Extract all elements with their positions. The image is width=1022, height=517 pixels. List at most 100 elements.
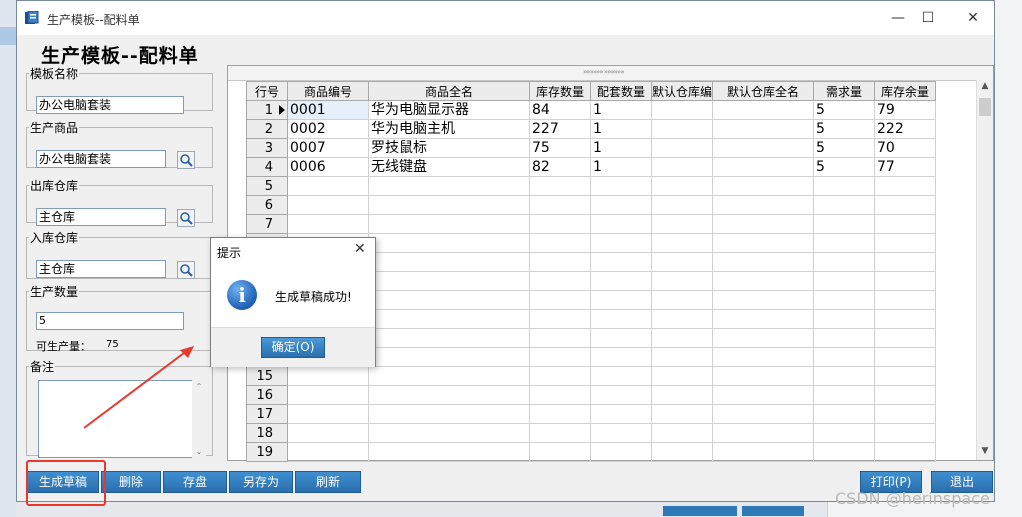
table-cell[interactable] (590, 385, 652, 405)
table-cell[interactable] (287, 442, 369, 462)
table-cell[interactable] (590, 214, 652, 234)
table-cell[interactable] (650, 290, 714, 310)
table-cell[interactable] (874, 195, 937, 215)
table-cell[interactable] (368, 328, 530, 348)
table-cell[interactable] (813, 347, 876, 367)
table-cell[interactable] (287, 195, 369, 215)
table-cell[interactable] (650, 100, 714, 120)
table-cell[interactable] (813, 442, 876, 462)
table-cell[interactable] (650, 252, 714, 272)
table-cell[interactable] (650, 366, 714, 386)
table-cell[interactable] (874, 214, 937, 234)
column-header[interactable]: 行号 (246, 81, 288, 101)
column-header[interactable]: 商品全名 (368, 81, 530, 101)
table-cell[interactable] (712, 157, 815, 177)
table-cell[interactable] (368, 366, 530, 386)
maximize-button[interactable]: ☐ (913, 7, 943, 29)
table-cell[interactable] (287, 385, 369, 405)
table-cell[interactable] (368, 176, 530, 196)
table-cell[interactable]: 1 (590, 100, 652, 120)
table-cell[interactable] (590, 233, 652, 253)
table-cell[interactable] (368, 309, 530, 329)
table-cell[interactable] (650, 309, 714, 329)
table-cell[interactable] (287, 423, 369, 443)
table-cell[interactable] (712, 328, 815, 348)
table-cell[interactable] (874, 309, 937, 329)
table-cell[interactable] (590, 423, 652, 443)
column-header[interactable]: 需求量 (813, 81, 876, 101)
table-cell[interactable] (813, 366, 876, 386)
table-cell[interactable] (590, 290, 652, 310)
table-cell[interactable] (287, 214, 369, 234)
table-cell[interactable] (874, 252, 937, 272)
table-row[interactable]: 5 (246, 176, 937, 196)
splitter-grip-icon[interactable]: »»»»»» »»»»»» (583, 68, 625, 76)
table-row[interactable]: 6 (246, 195, 937, 215)
table-cell[interactable] (874, 404, 937, 424)
table-row[interactable]: 1 0001 华为电脑显示器 84 1 5 79 (246, 100, 937, 120)
table-cell[interactable]: 75 (529, 138, 591, 158)
table-cell[interactable] (529, 309, 591, 329)
table-cell[interactable] (590, 328, 652, 348)
table-cell[interactable] (712, 214, 815, 234)
table-cell[interactable]: 1 (590, 119, 652, 139)
table-cell[interactable] (368, 233, 530, 253)
table-cell[interactable] (590, 195, 652, 215)
table-cell[interactable] (650, 176, 714, 196)
table-cell[interactable]: 5 (813, 138, 876, 158)
table-cell[interactable] (874, 176, 937, 196)
table-cell[interactable] (813, 328, 876, 348)
table-cell[interactable] (368, 423, 530, 443)
table-cell[interactable] (712, 423, 815, 443)
table-cell[interactable] (712, 366, 815, 386)
table-cell[interactable] (529, 233, 591, 253)
scroll-down-icon[interactable]: ▼ (977, 446, 993, 456)
scroll-down-icon[interactable]: ⌄ (192, 447, 206, 456)
table-cell[interactable]: 华为电脑主机 (368, 119, 530, 139)
table-cell[interactable] (712, 119, 815, 139)
table-row[interactable]: 3 0007 罗技鼠标 75 1 5 70 (246, 138, 937, 158)
table-cell[interactable] (368, 214, 530, 234)
table-cell[interactable] (874, 290, 937, 310)
table-cell[interactable] (590, 271, 652, 291)
table-cell[interactable]: 77 (874, 157, 937, 177)
table-cell[interactable] (712, 404, 815, 424)
table-cell[interactable] (813, 309, 876, 329)
table-cell[interactable] (712, 176, 815, 196)
grid-vertical-scrollbar[interactable]: ▲ ▼ (976, 80, 993, 460)
table-cell[interactable] (368, 252, 530, 272)
table-cell[interactable] (529, 328, 591, 348)
table-cell[interactable] (529, 404, 591, 424)
table-cell[interactable] (874, 423, 937, 443)
table-cell[interactable] (712, 347, 815, 367)
table-cell[interactable] (650, 233, 714, 253)
table-cell[interactable] (650, 214, 714, 234)
table-cell[interactable] (650, 442, 714, 462)
table-row[interactable]: 2 0002 华为电脑主机 227 1 5 222 (246, 119, 937, 139)
table-cell[interactable] (874, 442, 937, 462)
scroll-up-icon[interactable]: ▲ (977, 81, 993, 91)
table-cell[interactable] (590, 309, 652, 329)
table-cell[interactable] (650, 328, 714, 348)
dialog-ok-button[interactable]: 确定(O) (261, 337, 325, 358)
table-cell[interactable] (813, 404, 876, 424)
table-cell[interactable]: 70 (874, 138, 937, 158)
table-cell[interactable]: 1 (590, 138, 652, 158)
table-cell[interactable] (650, 404, 714, 424)
table-cell[interactable] (650, 195, 714, 215)
table-cell[interactable] (712, 252, 815, 272)
table-cell[interactable]: 222 (874, 119, 937, 139)
table-cell[interactable] (813, 290, 876, 310)
column-header[interactable]: 商品编号 (287, 81, 369, 101)
table-cell[interactable] (590, 347, 652, 367)
scroll-thumb[interactable] (979, 98, 991, 116)
table-cell[interactable] (650, 271, 714, 291)
table-cell[interactable] (529, 176, 591, 196)
table-cell[interactable]: 华为电脑显示器 (368, 100, 530, 120)
save-as-button[interactable]: 另存为 (229, 471, 293, 493)
quantity-input[interactable]: 5 (36, 312, 184, 330)
table-cell[interactable] (712, 195, 815, 215)
table-cell[interactable]: 无线键盘 (368, 157, 530, 177)
table-cell[interactable] (529, 290, 591, 310)
column-header[interactable]: 配套数量 (590, 81, 652, 101)
